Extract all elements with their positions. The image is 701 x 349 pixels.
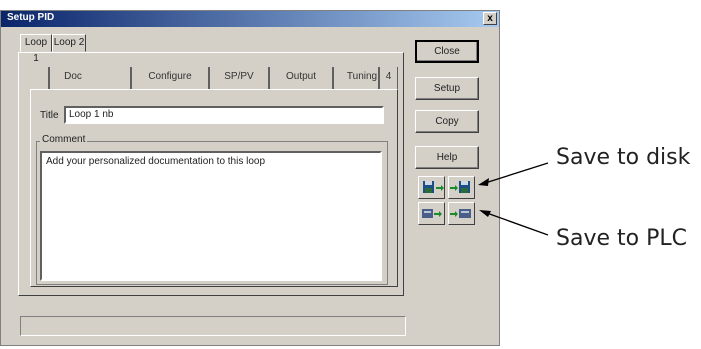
annotation-save-to-plc: Save to PLC [556, 226, 687, 251]
annotation-save-to-disk: Save to disk [556, 145, 691, 170]
annotation-arrows [478, 162, 549, 236]
